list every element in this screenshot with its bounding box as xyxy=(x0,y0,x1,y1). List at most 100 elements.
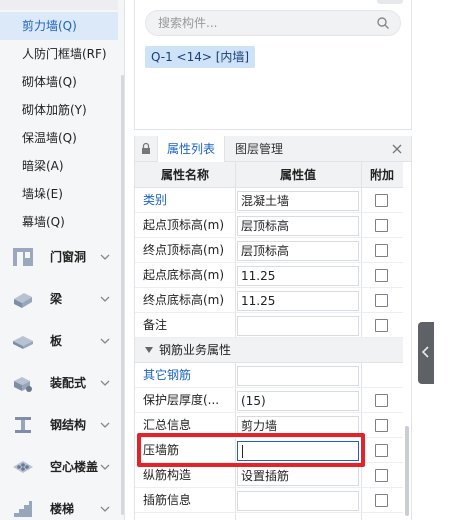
tab-layer-management[interactable]: 图层管理 xyxy=(235,136,283,162)
extra-checkbox[interactable] xyxy=(375,244,388,257)
chevron-down-icon xyxy=(100,506,110,512)
panel-collapse-handle[interactable] xyxy=(418,322,434,384)
property-value-field[interactable]: 11.25 xyxy=(237,266,359,286)
property-name-link[interactable]: 其它钢筋 xyxy=(143,363,235,388)
nav-category-label: 板 xyxy=(50,334,63,348)
nav-category-prefab[interactable]: 装配式 xyxy=(0,362,118,404)
nav-scrollbar[interactable] xyxy=(121,75,124,515)
property-group-header[interactable]: 钢筋业务属性 xyxy=(135,338,403,363)
nav-category-stair[interactable]: 楼梯 xyxy=(0,488,118,520)
component-nav: 剪力墙(Q) 人防门框墙(RF) 砌体墙(Q) 砌体加筋(Y) 保温墙(Q) 暗… xyxy=(0,0,125,520)
extra-checkbox[interactable] xyxy=(375,394,388,407)
chevron-down-icon xyxy=(100,380,110,386)
column-header-value: 属性值 xyxy=(279,168,316,182)
property-row: 插筋信息 xyxy=(135,488,403,513)
property-value-field[interactable]: 设置插筋 xyxy=(237,466,359,486)
extra-checkbox[interactable] xyxy=(375,294,388,307)
nav-item-masonry-wall[interactable]: 砌体墙(Q) xyxy=(0,68,118,96)
property-row: 其它钢筋 xyxy=(135,363,403,388)
component-list-item[interactable]: Q-1 <14> [内墙] xyxy=(145,46,256,68)
nav-category-label: 梁 xyxy=(50,292,63,306)
property-value-field[interactable] xyxy=(237,316,359,336)
highlight-annotation xyxy=(137,433,365,467)
door-window-icon xyxy=(13,248,33,266)
property-value-field[interactable]: 混凝土墙 xyxy=(237,191,359,211)
chevron-left-icon xyxy=(421,346,429,358)
collapse-arrow-icon[interactable] xyxy=(145,347,153,353)
property-row: 类别 混凝土墙 xyxy=(135,188,403,213)
property-grid-header: 属性名称 属性值 附加 xyxy=(135,162,403,188)
chevron-down-icon xyxy=(100,464,110,470)
lock-icon[interactable] xyxy=(141,142,151,155)
extra-checkbox[interactable] xyxy=(375,444,388,457)
nav-category-hollow-floor[interactable]: 空心楼盖 xyxy=(0,446,118,488)
property-row: 保护层厚度(... (15) xyxy=(135,388,403,413)
prefab-icon xyxy=(14,377,32,392)
property-name: 起点底标高(m) xyxy=(143,268,225,282)
property-name: 备注 xyxy=(143,318,168,332)
property-value-field[interactable]: 层顶标高 xyxy=(237,241,359,261)
nav-item-masonry-reinforcement[interactable]: 砌体加筋(Y) xyxy=(0,96,118,124)
extra-checkbox[interactable] xyxy=(375,219,388,232)
hollow-floor-icon xyxy=(13,461,33,473)
nav-item-shear-wall[interactable]: 剪力墙(Q) xyxy=(0,12,118,40)
property-value-field[interactable] xyxy=(237,491,359,511)
property-row: 终点底标高(m) 11.25 xyxy=(135,288,403,313)
extra-checkbox[interactable] xyxy=(375,419,388,432)
extra-checkbox[interactable] xyxy=(375,494,388,507)
property-row: 备注 xyxy=(135,313,403,338)
property-value-field[interactable]: (15) xyxy=(237,391,359,411)
stair-icon xyxy=(14,501,32,517)
nav-category-slab[interactable]: 板 xyxy=(0,320,118,362)
nav-item-civil-defense-door-wall[interactable]: 人防门框墙(RF) xyxy=(0,40,118,68)
slab-icon xyxy=(13,336,33,349)
property-name: 终点底标高(m) xyxy=(143,293,225,307)
property-scrollbar[interactable] xyxy=(405,426,409,516)
nav-item-hidden-beam[interactable]: 暗梁(A) xyxy=(0,152,118,180)
search-icon[interactable] xyxy=(376,16,390,30)
component-list-panel: 搜索构件... Q-1 <14> [内墙] xyxy=(134,0,412,130)
property-name: 终点顶标高(m) xyxy=(143,243,225,257)
property-row: 起点顶标高(m) 层顶标高 xyxy=(135,213,403,238)
edge-top-tab xyxy=(377,0,403,4)
extra-checkbox[interactable] xyxy=(375,319,388,332)
column-header-name: 属性名称 xyxy=(160,168,209,182)
extra-checkbox[interactable] xyxy=(375,194,388,207)
nav-item-wall-pier[interactable]: 墙垛(E) xyxy=(0,180,118,208)
property-value-field[interactable]: 11.25 xyxy=(237,291,359,311)
nav-category-beam[interactable]: 梁 xyxy=(0,278,118,320)
edge-gutter xyxy=(412,0,460,520)
beam-icon xyxy=(14,293,32,308)
nav-top-strip xyxy=(0,0,118,10)
property-group-label: 钢筋业务属性 xyxy=(159,343,232,357)
nav-item-curtain-wall[interactable]: 幕墙(Q) xyxy=(0,208,118,236)
extra-checkbox[interactable] xyxy=(375,469,388,482)
nav-category-label: 楼梯 xyxy=(50,502,75,516)
nav-category-label: 钢结构 xyxy=(50,418,87,432)
chevron-down-icon xyxy=(100,296,110,302)
property-name: 保护层厚度(... xyxy=(143,393,220,407)
extra-checkbox[interactable] xyxy=(375,269,388,282)
tab-property-list[interactable]: 属性列表 xyxy=(157,136,225,162)
chevron-down-icon xyxy=(100,254,110,260)
property-tabbar: 属性列表 图层管理 xyxy=(135,136,411,162)
property-name-link[interactable]: 类别 xyxy=(143,188,235,213)
chevron-down-icon xyxy=(100,422,110,428)
property-value-field[interactable] xyxy=(237,366,359,386)
nav-category-label: 门窗洞 xyxy=(50,250,87,264)
property-row: 起点底标高(m) 11.25 xyxy=(135,263,403,288)
nav-category-steel-structure[interactable]: 钢结构 xyxy=(0,404,118,446)
property-name: 起点顶标高(m) xyxy=(143,218,225,232)
search-placeholder: 搜索构件... xyxy=(158,16,218,30)
nav-category-label: 装配式 xyxy=(50,376,87,390)
steel-structure-icon xyxy=(15,417,31,433)
nav-category-door-window[interactable]: 门窗洞 xyxy=(0,236,118,278)
column-header-extra: 附加 xyxy=(369,168,394,182)
close-icon[interactable] xyxy=(391,143,403,155)
nav-item-insulation-wall[interactable]: 保温墙(Q) xyxy=(0,124,118,152)
property-value-field[interactable]: 层顶标高 xyxy=(237,216,359,236)
property-name: 插筋信息 xyxy=(143,493,192,507)
search-input[interactable]: 搜索构件... xyxy=(145,10,401,36)
property-row: 终点顶标高(m) 层顶标高 xyxy=(135,238,403,263)
nav-category-label: 空心楼盖 xyxy=(50,460,99,474)
